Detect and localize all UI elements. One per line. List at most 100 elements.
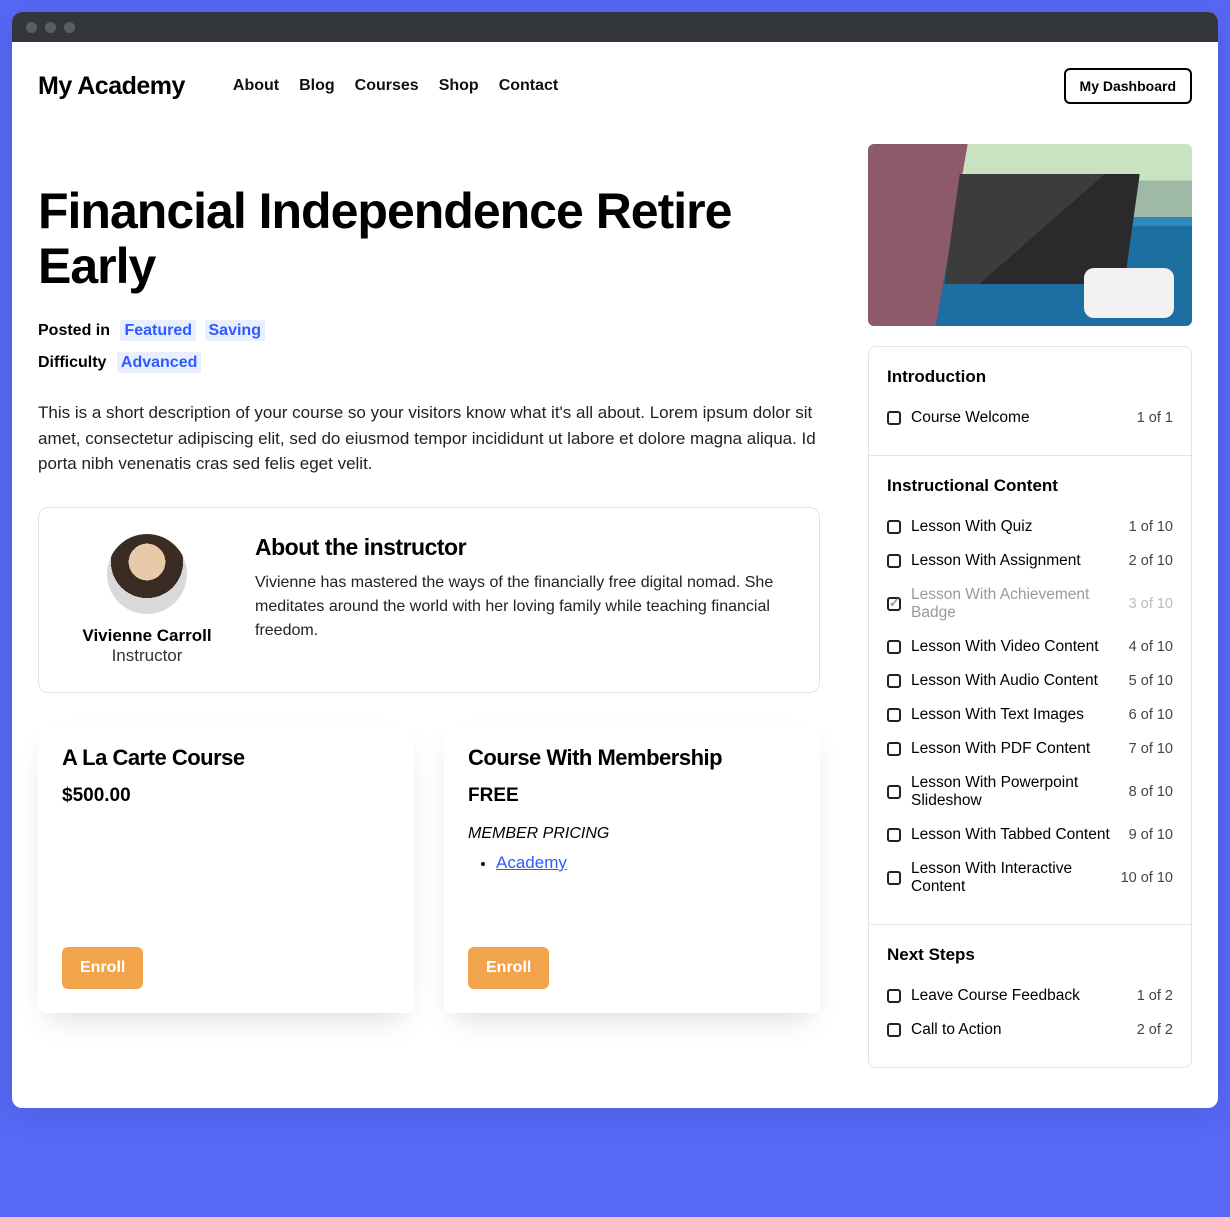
syllabus-item-count: 6 of 10 <box>1129 707 1173 723</box>
minimize-icon[interactable] <box>45 22 56 33</box>
instructor-details: About the instructor Vivienne has master… <box>255 534 791 666</box>
instructor-profile: Vivienne Carroll Instructor <box>67 534 227 666</box>
checkbox-icon <box>887 640 901 654</box>
dashboard-button[interactable]: My Dashboard <box>1064 68 1192 104</box>
membership-link[interactable]: Academy <box>496 853 567 872</box>
avatar <box>107 534 187 614</box>
price-card-alacarte: A La Carte Course $500.00 Enroll <box>38 723 414 1013</box>
syllabus-item-count: 2 of 2 <box>1137 1022 1173 1038</box>
syllabus-item[interactable]: Lesson With Interactive Content 10 of 10 <box>887 852 1173 904</box>
top-nav: My Academy About Blog Courses Shop Conta… <box>38 68 1192 144</box>
syllabus-item-label: Lesson With Video Content <box>911 638 1119 656</box>
member-pricing-label: MEMBER PRICING <box>468 825 796 843</box>
syllabus-item-label: Course Welcome <box>911 409 1127 427</box>
nav-about[interactable]: About <box>233 77 279 95</box>
syllabus: Introduction Course Welcome 1 of 1 Instruct… <box>868 346 1192 1068</box>
syllabus-item[interactable]: Course Welcome 1 of 1 <box>887 401 1173 435</box>
syllabus-item-label: Lesson With Assignment <box>911 552 1119 570</box>
syllabus-item-label: Lesson With Tabbed Content <box>911 826 1119 844</box>
syllabus-item[interactable]: Lesson With Quiz 1 of 10 <box>887 510 1173 544</box>
checkbox-checked-icon <box>887 597 901 611</box>
instructor-heading: About the instructor <box>255 534 791 561</box>
difficulty-value[interactable]: Advanced <box>117 352 201 373</box>
syllabus-section: Next StepsLeave Course Feedback1 of 2Cal… <box>869 925 1191 1067</box>
syllabus-item-count: 5 of 10 <box>1129 673 1173 689</box>
syllabus-section-title: Introduction <box>887 367 1173 387</box>
nav-contact[interactable]: Contact <box>499 77 559 95</box>
difficulty-label: Difficulty <box>38 354 106 371</box>
checkbox-icon <box>887 785 901 799</box>
syllabus-item-label: Lesson With Achievement Badge <box>911 586 1119 622</box>
syllabus-item[interactable]: Lesson With Tabbed Content 9 of 10 <box>887 818 1173 852</box>
nav-courses[interactable]: Courses <box>355 77 419 95</box>
syllabus-item[interactable]: Lesson With Achievement Badge 3 of 10 <box>887 578 1173 630</box>
tag-featured[interactable]: Featured <box>120 320 196 341</box>
checkbox-icon <box>887 871 901 885</box>
syllabus-item[interactable]: Lesson With Video Content 4 of 10 <box>887 630 1173 664</box>
syllabus-section-title: Next Steps <box>887 945 1173 965</box>
price-card-membership: Course With Membership FREE MEMBER PRICI… <box>444 723 820 1013</box>
browser-window: My Academy About Blog Courses Shop Conta… <box>12 12 1218 1108</box>
syllabus-item[interactable]: Lesson With Assignment 2 of 10 <box>887 544 1173 578</box>
checkbox-icon <box>887 554 901 568</box>
syllabus-item-count: 1 of 1 <box>1137 410 1173 426</box>
nav-shop[interactable]: Shop <box>439 77 479 95</box>
syllabus-section: Introduction Course Welcome 1 of 1 <box>869 347 1191 456</box>
checkbox-icon <box>887 520 901 534</box>
price-title: Course With Membership <box>468 745 796 771</box>
main-column: Financial Independence Retire Early Post… <box>38 144 820 1068</box>
syllabus-item[interactable]: Lesson With Powerpoint Slideshow 8 of 10 <box>887 766 1173 818</box>
syllabus-item[interactable]: Lesson With Text Images 6 of 10 <box>887 698 1173 732</box>
main-layout: Financial Independence Retire Early Post… <box>38 144 1192 1068</box>
enroll-button[interactable]: Enroll <box>468 947 549 989</box>
tag-saving[interactable]: Saving <box>205 320 265 341</box>
sidebar: Introduction Course Welcome 1 of 1 Instruct… <box>868 144 1192 1068</box>
instructor-name: Vivienne Carroll <box>67 626 227 646</box>
nav-links: About Blog Courses Shop Contact <box>233 77 558 95</box>
syllabus-item-count: 1 of 10 <box>1129 519 1173 535</box>
syllabus-item-count: 4 of 10 <box>1129 639 1173 655</box>
syllabus-item[interactable]: Call to Action 2 of 2 <box>887 1013 1173 1047</box>
checkbox-icon <box>887 674 901 688</box>
page-body: My Academy About Blog Courses Shop Conta… <box>12 42 1218 1108</box>
membership-item: Academy <box>496 853 796 873</box>
syllabus-item-count: 10 of 10 <box>1121 870 1173 886</box>
syllabus-item-count: 9 of 10 <box>1129 827 1173 843</box>
syllabus-item-label: Lesson With Interactive Content <box>911 860 1111 896</box>
syllabus-item-label: Lesson With Powerpoint Slideshow <box>911 774 1119 810</box>
syllabus-item[interactable]: Leave Course Feedback1 of 2 <box>887 979 1173 1013</box>
checkbox-icon <box>887 828 901 842</box>
syllabus-item-label: Lesson With Text Images <box>911 706 1119 724</box>
instructor-card: Vivienne Carroll Instructor About the in… <box>38 507 820 693</box>
syllabus-section-title: Instructional Content <box>887 476 1173 496</box>
price-value: $500.00 <box>62 785 390 807</box>
checkbox-icon <box>887 708 901 722</box>
syllabus-item-count: 3 of 10 <box>1129 596 1173 612</box>
difficulty-row: Difficulty Advanced <box>38 354 820 372</box>
checkbox-icon <box>887 742 901 756</box>
enroll-button[interactable]: Enroll <box>62 947 143 989</box>
syllabus-item-label: Lesson With Audio Content <box>911 672 1119 690</box>
membership-list: Academy <box>496 853 796 873</box>
syllabus-item-label: Lesson With Quiz <box>911 518 1119 536</box>
syllabus-item-count: 8 of 10 <box>1129 784 1173 800</box>
posted-in-label: Posted in <box>38 322 110 339</box>
nav-blog[interactable]: Blog <box>299 77 335 95</box>
syllabus-item-count: 2 of 10 <box>1129 553 1173 569</box>
pricing-row: A La Carte Course $500.00 Enroll Course … <box>38 723 820 1013</box>
syllabus-item-label: Lesson With PDF Content <box>911 740 1119 758</box>
window-titlebar <box>12 12 1218 42</box>
course-description: This is a short description of your cour… <box>38 400 820 477</box>
instructor-role: Instructor <box>67 646 227 666</box>
checkbox-icon <box>887 411 901 425</box>
site-brand[interactable]: My Academy <box>38 72 185 101</box>
syllabus-item[interactable]: Lesson With Audio Content 5 of 10 <box>887 664 1173 698</box>
checkbox-icon <box>887 1023 901 1037</box>
close-icon[interactable] <box>26 22 37 33</box>
syllabus-item-label: Leave Course Feedback <box>911 987 1127 1005</box>
maximize-icon[interactable] <box>64 22 75 33</box>
instructor-bio: Vivienne has mastered the ways of the fi… <box>255 571 791 643</box>
syllabus-item[interactable]: Lesson With PDF Content7 of 10 <box>887 732 1173 766</box>
posted-in-row: Posted in Featured Saving <box>38 322 820 340</box>
syllabus-item-label: Call to Action <box>911 1021 1127 1039</box>
